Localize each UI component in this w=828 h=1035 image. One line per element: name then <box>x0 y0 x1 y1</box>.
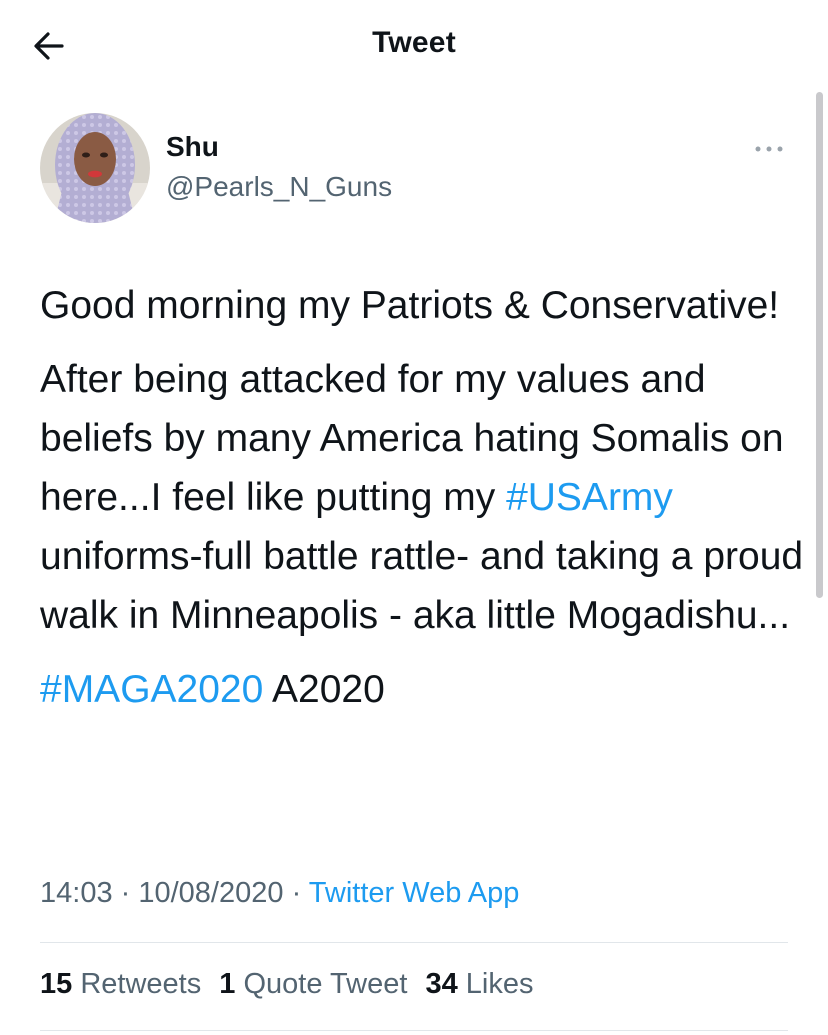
divider <box>40 1030 788 1031</box>
scrollbar[interactable] <box>816 92 823 598</box>
author-display-name[interactable]: Shu <box>166 131 219 163</box>
top-bar: Tweet <box>0 0 828 92</box>
tweet-source-link[interactable]: Twitter Web App <box>309 877 520 909</box>
tweet-meta: 14:03 · 10/08/2020 · Twitter Web App <box>40 877 520 909</box>
tweet-text: Good morning my Patriots & Conservative!… <box>40 276 810 719</box>
author-handle[interactable]: @Pearls_N_Guns <box>166 171 392 203</box>
tweet-date[interactable]: 10/08/2020 <box>138 877 283 909</box>
avatar[interactable] <box>40 113 150 223</box>
more-horizontal-icon <box>755 146 783 152</box>
quote-tweets-link[interactable]: 1 Quote Tweet <box>219 968 407 1000</box>
tweet-paragraph: Good morning my Patriots & Conservative! <box>40 284 780 327</box>
hashtag-link[interactable]: #MAGA2020 <box>40 668 263 711</box>
likes-link[interactable]: 34 Likes <box>425 968 533 1000</box>
retweets-link[interactable]: 15 Retweets <box>40 968 201 1000</box>
tweet-paragraph: #MAGA2020 A2020 <box>40 668 385 711</box>
more-options-button[interactable] <box>750 136 790 162</box>
tweet-paragraph: After being attacked for my values and b… <box>40 358 804 637</box>
divider <box>40 942 788 943</box>
tweet-time[interactable]: 14:03 <box>40 877 113 909</box>
hashtag-link[interactable]: #USArmy <box>506 476 673 519</box>
engagement-stats: 15 Retweets 1 Quote Tweet 34 Likes <box>40 968 543 1001</box>
page-title: Tweet <box>372 26 456 59</box>
